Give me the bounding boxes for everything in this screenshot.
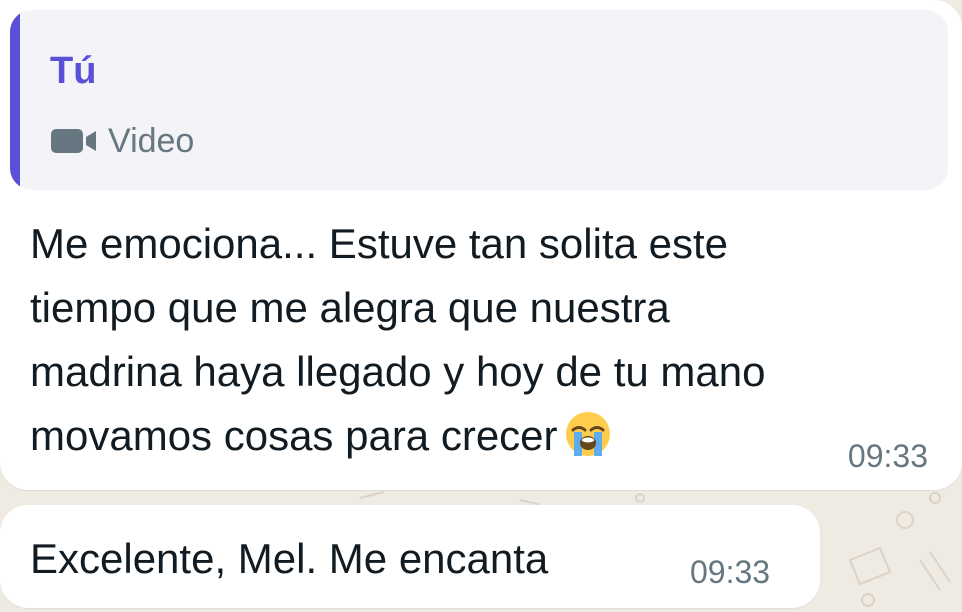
message-line: madrina haya llegado y hoy de tu mano xyxy=(30,348,766,395)
message-line: Me emociona... Estuve tan solita este xyxy=(30,220,729,267)
message-line-last: movamos cosas para crecer xyxy=(30,404,930,468)
message-line: tiempo que me alegra que nuestra xyxy=(30,284,670,331)
quoted-message[interactable]: Tú Video xyxy=(10,10,948,190)
message-text: Excelente, Mel. Me encanta xyxy=(30,535,549,582)
video-camera-icon xyxy=(51,129,96,153)
message-timestamp: 09:33 xyxy=(847,438,928,474)
message-timestamp: 09:33 xyxy=(690,554,771,590)
quote-author: Tú xyxy=(50,50,97,92)
quote-type-label: Video xyxy=(108,122,195,160)
loudly-crying-face-icon xyxy=(565,412,610,456)
message-text: Me emociona... Estuve tan solita este ti… xyxy=(30,212,930,468)
message-line: movamos cosas para crecer xyxy=(30,412,558,459)
incoming-message-bubble[interactable]: Tú Video Me emociona... Estuve tan solit… xyxy=(0,0,962,490)
quote-accent-bar xyxy=(10,10,20,190)
quote-media-type: Video xyxy=(50,124,194,158)
